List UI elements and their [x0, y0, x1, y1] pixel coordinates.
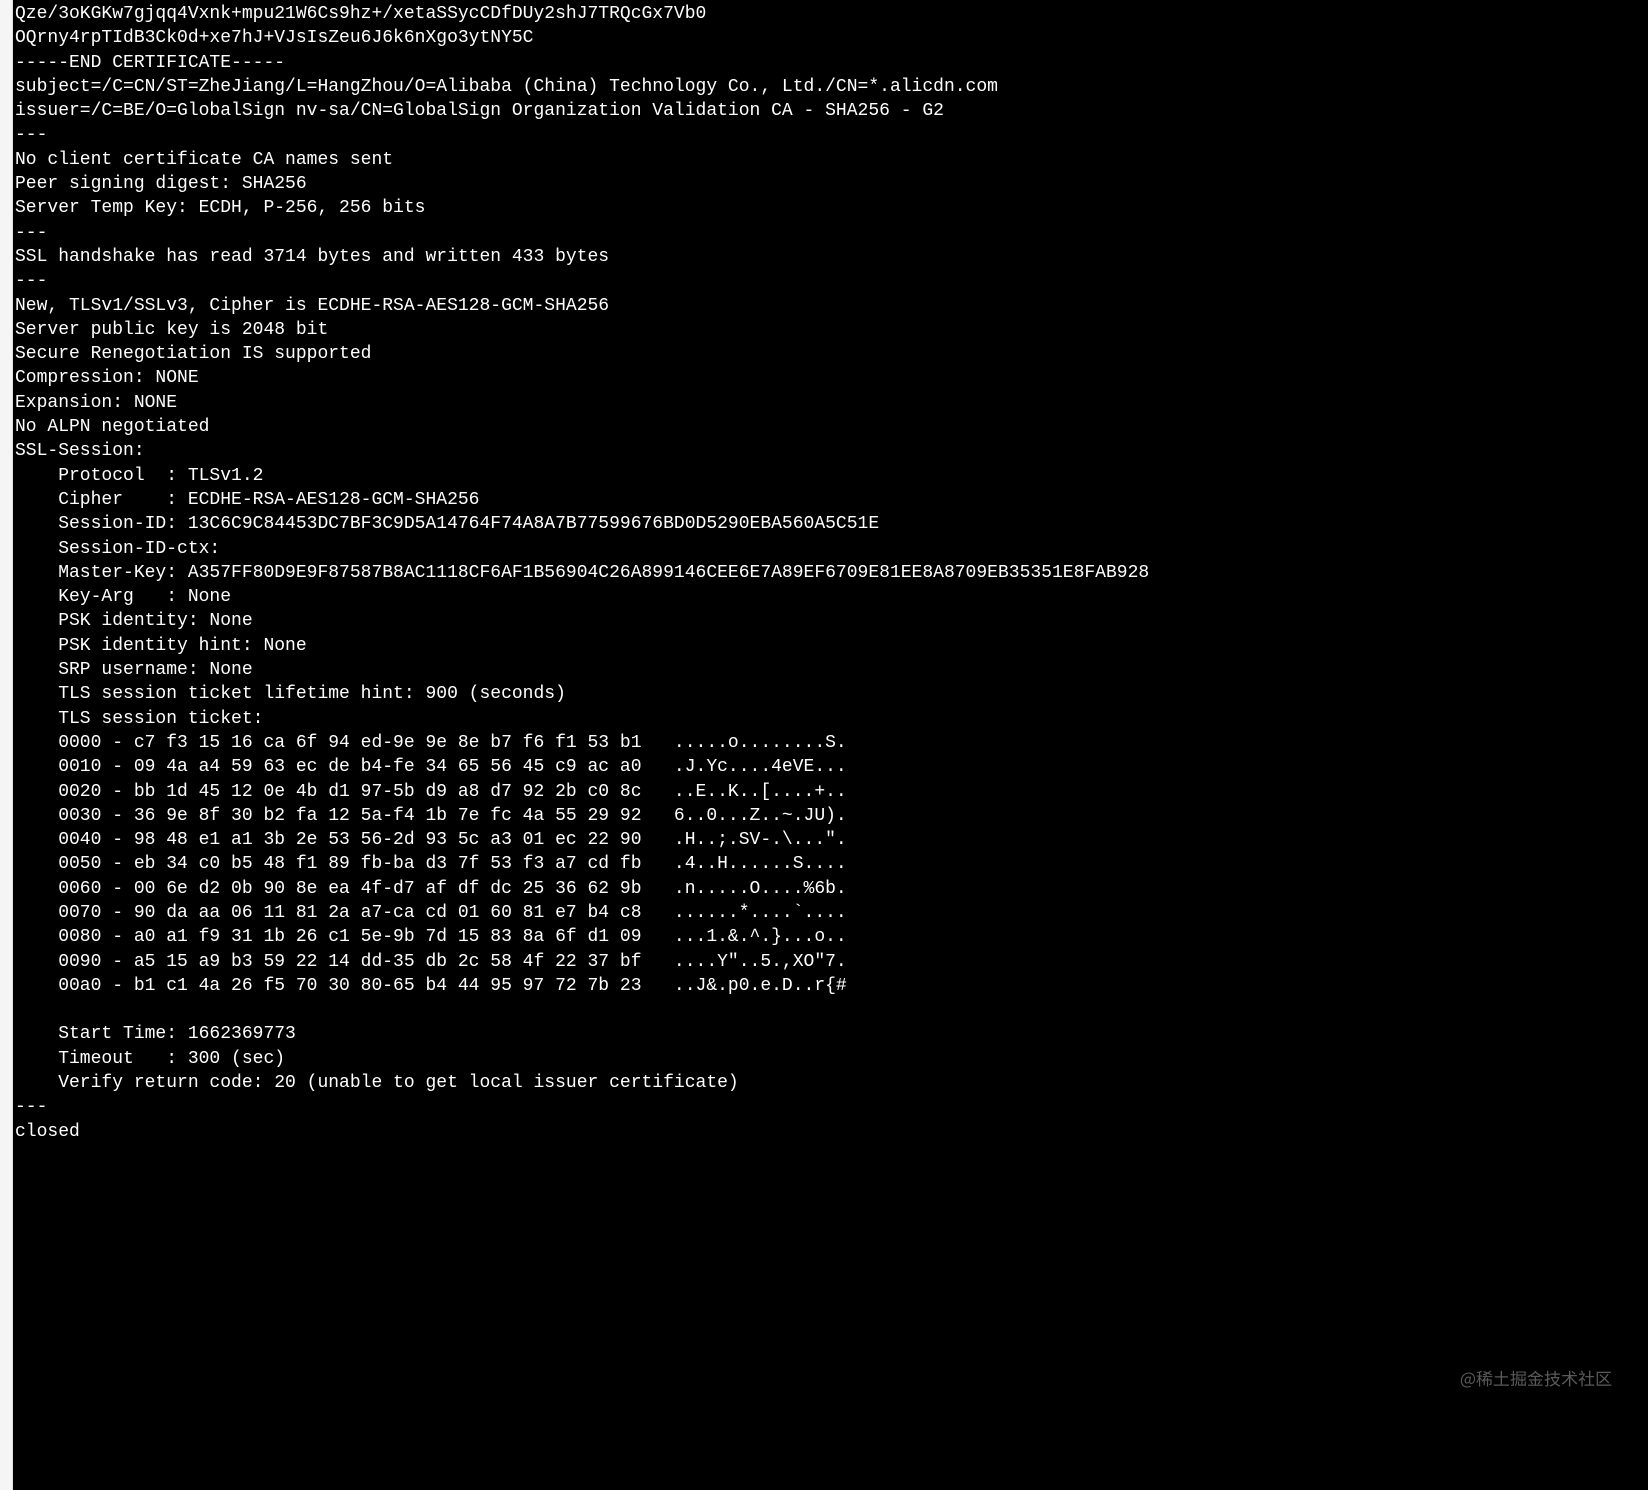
terminal-window: Qze/3oKGKw7gjqq4Vxnk+mpu21W6Cs9hz+/xetaS…	[0, 0, 1648, 1490]
gutter-marker	[0, 0, 12, 24]
terminal-output[interactable]: Qze/3oKGKw7gjqq4Vxnk+mpu21W6Cs9hz+/xetaS…	[13, 0, 1648, 1490]
watermark-text: @稀土掘金技术社区	[1460, 1367, 1612, 1390]
gutter-sidebar	[0, 0, 13, 1490]
